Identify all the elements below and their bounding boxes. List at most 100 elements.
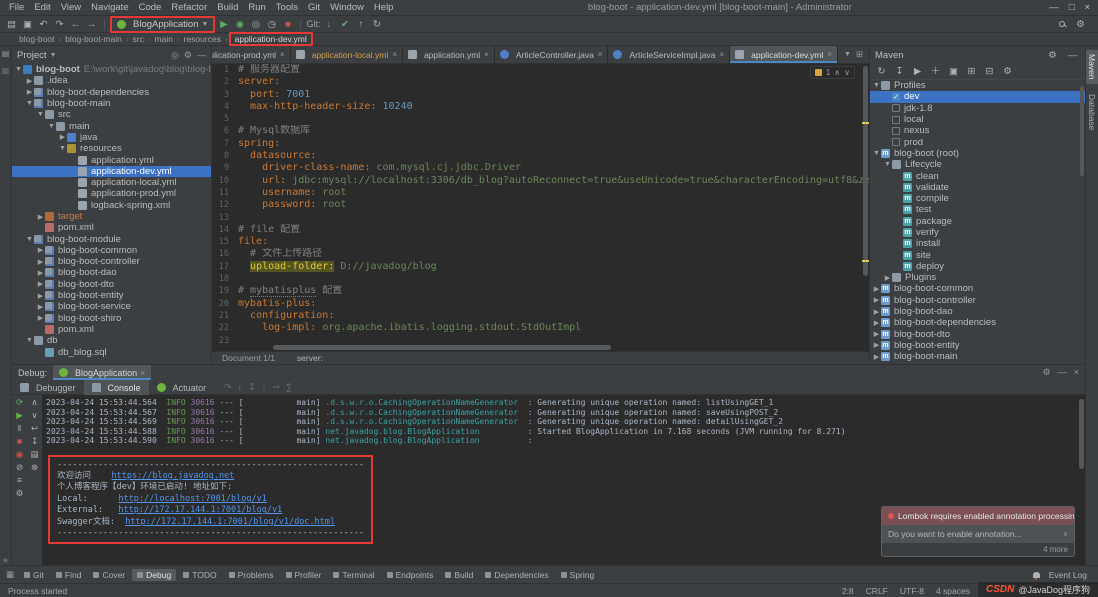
toolwindow-button-git[interactable]: Git bbox=[19, 569, 49, 581]
expand-arrow-icon[interactable]: ▼ bbox=[14, 66, 23, 73]
toolwindow-button-find[interactable]: Find bbox=[51, 569, 87, 581]
toolwindow-button-todo[interactable]: TODO bbox=[178, 569, 221, 581]
project-tree-item-blog-boot-module[interactable]: ▼blog-boot-module bbox=[12, 233, 211, 244]
locate-file-icon[interactable]: ◎ bbox=[171, 50, 179, 61]
code-text[interactable]: upload-folder: D://javadog/blog bbox=[238, 261, 869, 273]
force-step-into-icon[interactable]: ↧ bbox=[248, 382, 256, 393]
code-text[interactable]: # 文件上传路径 bbox=[238, 248, 869, 260]
editor-tab-articleserviceimpl.java[interactable]: ArticleServiceImpl.java× bbox=[608, 46, 730, 63]
maven-gear-icon[interactable]: ⚙ bbox=[1045, 49, 1060, 62]
expand-arrow-icon[interactable]: ▶ bbox=[25, 88, 34, 96]
project-tree-item-src[interactable]: ▼src bbox=[12, 109, 211, 120]
console-log-line[interactable]: 2023-04-24 15:53:44.569 INFO 30616 --- [… bbox=[46, 417, 1085, 427]
close-tab-icon[interactable]: × bbox=[280, 50, 285, 59]
mute-breakpoints-icon[interactable]: ⊘ bbox=[16, 463, 23, 472]
indent-style[interactable]: 4 spaces bbox=[936, 586, 970, 596]
maven-scrollbar[interactable] bbox=[1080, 86, 1084, 176]
notifications-bell-icon[interactable] bbox=[1033, 572, 1040, 578]
maven-tree-item-blog-boot-main[interactable]: ▶mblog-boot-main bbox=[870, 351, 1085, 362]
view-breakpoints-icon[interactable]: ◉ bbox=[16, 450, 23, 459]
next-inspection-icon[interactable]: ∨ bbox=[844, 68, 850, 77]
code-text[interactable]: # 服务器配置 bbox=[238, 64, 869, 76]
project-stripe-icon[interactable]: ▤ bbox=[2, 49, 10, 58]
menu-edit[interactable]: Edit bbox=[29, 2, 55, 13]
banner-link[interactable]: http://localhost:7001/blog/v1 bbox=[118, 494, 266, 504]
run-maven-goal-icon[interactable]: ▶ bbox=[910, 65, 925, 78]
code-text[interactable]: server: bbox=[238, 76, 869, 88]
status-message[interactable]: Process started bbox=[8, 586, 67, 596]
project-tree-item-java[interactable]: ▶java bbox=[12, 132, 211, 143]
code-text[interactable]: password: root bbox=[238, 199, 869, 211]
project-tree-item-application.yml[interactable]: application.yml bbox=[12, 154, 211, 165]
expand-arrow-icon[interactable]: ▶ bbox=[58, 133, 67, 141]
toolwindow-button-cover[interactable]: Cover bbox=[88, 569, 130, 581]
add-maven-project-icon[interactable]: ＋ bbox=[928, 65, 943, 78]
stripe-button-database[interactable]: Database bbox=[1086, 90, 1098, 134]
profile-checkbox[interactable] bbox=[892, 138, 900, 146]
rerun-icon[interactable]: ⟳ bbox=[16, 398, 23, 407]
profile-checkbox[interactable] bbox=[892, 127, 900, 135]
expand-arrow-icon[interactable]: ▶ bbox=[872, 285, 881, 293]
expand-arrow-icon[interactable]: ▼ bbox=[25, 236, 34, 243]
code-text[interactable]: # Mysql数据库 bbox=[238, 125, 869, 137]
stop-icon[interactable]: ■ bbox=[280, 18, 295, 31]
close-tab-icon[interactable]: × bbox=[598, 50, 603, 59]
maven-tree-item-package[interactable]: mpackage bbox=[870, 216, 1085, 227]
jump-top-icon[interactable]: ∧ bbox=[31, 398, 37, 407]
settings-icon[interactable]: ⚙ bbox=[1073, 18, 1088, 31]
code-text[interactable] bbox=[238, 273, 869, 285]
editor-tab-application-prod.yml[interactable]: application-prod.yml× bbox=[212, 46, 291, 63]
expand-arrow-icon[interactable]: ▼ bbox=[25, 100, 34, 107]
profile-checkbox[interactable] bbox=[892, 104, 900, 112]
expand-arrow-icon[interactable]: ▶ bbox=[36, 292, 45, 300]
expand-arrow-icon[interactable]: ▶ bbox=[36, 246, 45, 254]
menu-code[interactable]: Code bbox=[134, 2, 167, 13]
step-out-icon[interactable]: ↑ bbox=[262, 382, 267, 393]
breadcrumb-item-blog-boot-main[interactable]: blog-boot-main bbox=[62, 34, 125, 44]
close-tab-icon[interactable]: × bbox=[484, 50, 489, 59]
code-text[interactable]: spring: bbox=[238, 138, 869, 150]
maven-tree-item-compile[interactable]: mcompile bbox=[870, 193, 1085, 204]
lombok-notification[interactable]: Lombok requires enabled annotation proce… bbox=[881, 506, 1075, 557]
run-to-cursor-icon[interactable]: ⇀ bbox=[272, 382, 280, 393]
redo-icon[interactable]: ↷ bbox=[52, 18, 67, 31]
minimize-icon[interactable]: — bbox=[1058, 367, 1067, 378]
menu-help[interactable]: Help bbox=[369, 2, 399, 13]
console-log-line[interactable]: 2023-04-24 15:53:44.564 INFO 30616 --- [… bbox=[46, 398, 1085, 408]
editor-tab-application.yml[interactable]: application.yml× bbox=[403, 46, 495, 63]
minimize-window-icon[interactable]: — bbox=[1049, 2, 1059, 13]
maven-tree-item-dev[interactable]: ✓dev bbox=[870, 91, 1085, 102]
project-tree-item-application-local.yml[interactable]: application-local.yml bbox=[12, 177, 211, 188]
expand-arrow-icon[interactable]: ▼ bbox=[58, 145, 67, 152]
code-text[interactable]: configuration: bbox=[238, 310, 869, 322]
expand-arrow-icon[interactable]: ▶ bbox=[872, 308, 881, 316]
structure-stripe-icon[interactable]: ▦ bbox=[2, 66, 10, 75]
project-tree-item-blog-boot[interactable]: ▼blog-boot E:\work\git\javadog\blog\blog… bbox=[12, 64, 211, 75]
run-configuration-select[interactable]: BlogApplication ▼ bbox=[112, 18, 213, 31]
debug-tab-console[interactable]: Console bbox=[84, 380, 149, 395]
maven-tree-item-lifecycle[interactable]: ▼Lifecycle bbox=[870, 159, 1085, 170]
git-push-icon[interactable]: ↑ bbox=[353, 18, 368, 31]
code-text[interactable]: mybatis-plus: bbox=[238, 298, 869, 310]
maven-tree-item-blog-boot-root-[interactable]: ▼mblog-boot (root) bbox=[870, 148, 1085, 159]
code-text[interactable] bbox=[238, 212, 869, 224]
warning-mark[interactable] bbox=[862, 122, 869, 124]
clear-console-icon[interactable]: ⊗ bbox=[31, 463, 38, 472]
undo-icon[interactable]: ↶ bbox=[36, 18, 51, 31]
maven-tree-item-blog-boot-controller[interactable]: ▶mblog-boot-controller bbox=[870, 295, 1085, 306]
project-tree-item-blog-boot-controller[interactable]: ▶blog-boot-controller bbox=[12, 256, 211, 267]
expand-arrow-icon[interactable]: ▼ bbox=[36, 111, 45, 118]
menu-git[interactable]: Git bbox=[303, 2, 325, 13]
maven-tree-item-deploy[interactable]: mdeploy bbox=[870, 261, 1085, 272]
project-tree-item-application-prod.yml[interactable]: application-prod.yml bbox=[12, 188, 211, 199]
code-text[interactable]: port: 7001 bbox=[238, 89, 869, 101]
debug-icon[interactable]: ◉ bbox=[232, 18, 247, 31]
maven-tree-item-clean[interactable]: mclean bbox=[870, 170, 1085, 181]
expand-arrow-icon[interactable]: ▶ bbox=[36, 269, 45, 277]
toolwindow-button-terminal[interactable]: Terminal bbox=[328, 569, 379, 581]
code-text[interactable]: log-impl: org.apache.ibatis.logging.stdo… bbox=[238, 322, 869, 334]
highlight-mark[interactable] bbox=[862, 260, 869, 262]
maven-tree-item-blog-boot-dao[interactable]: ▶mblog-boot-dao bbox=[870, 306, 1085, 317]
favorites-stripe-icon[interactable]: ★ bbox=[2, 556, 9, 565]
code-text[interactable]: username: root bbox=[238, 187, 869, 199]
